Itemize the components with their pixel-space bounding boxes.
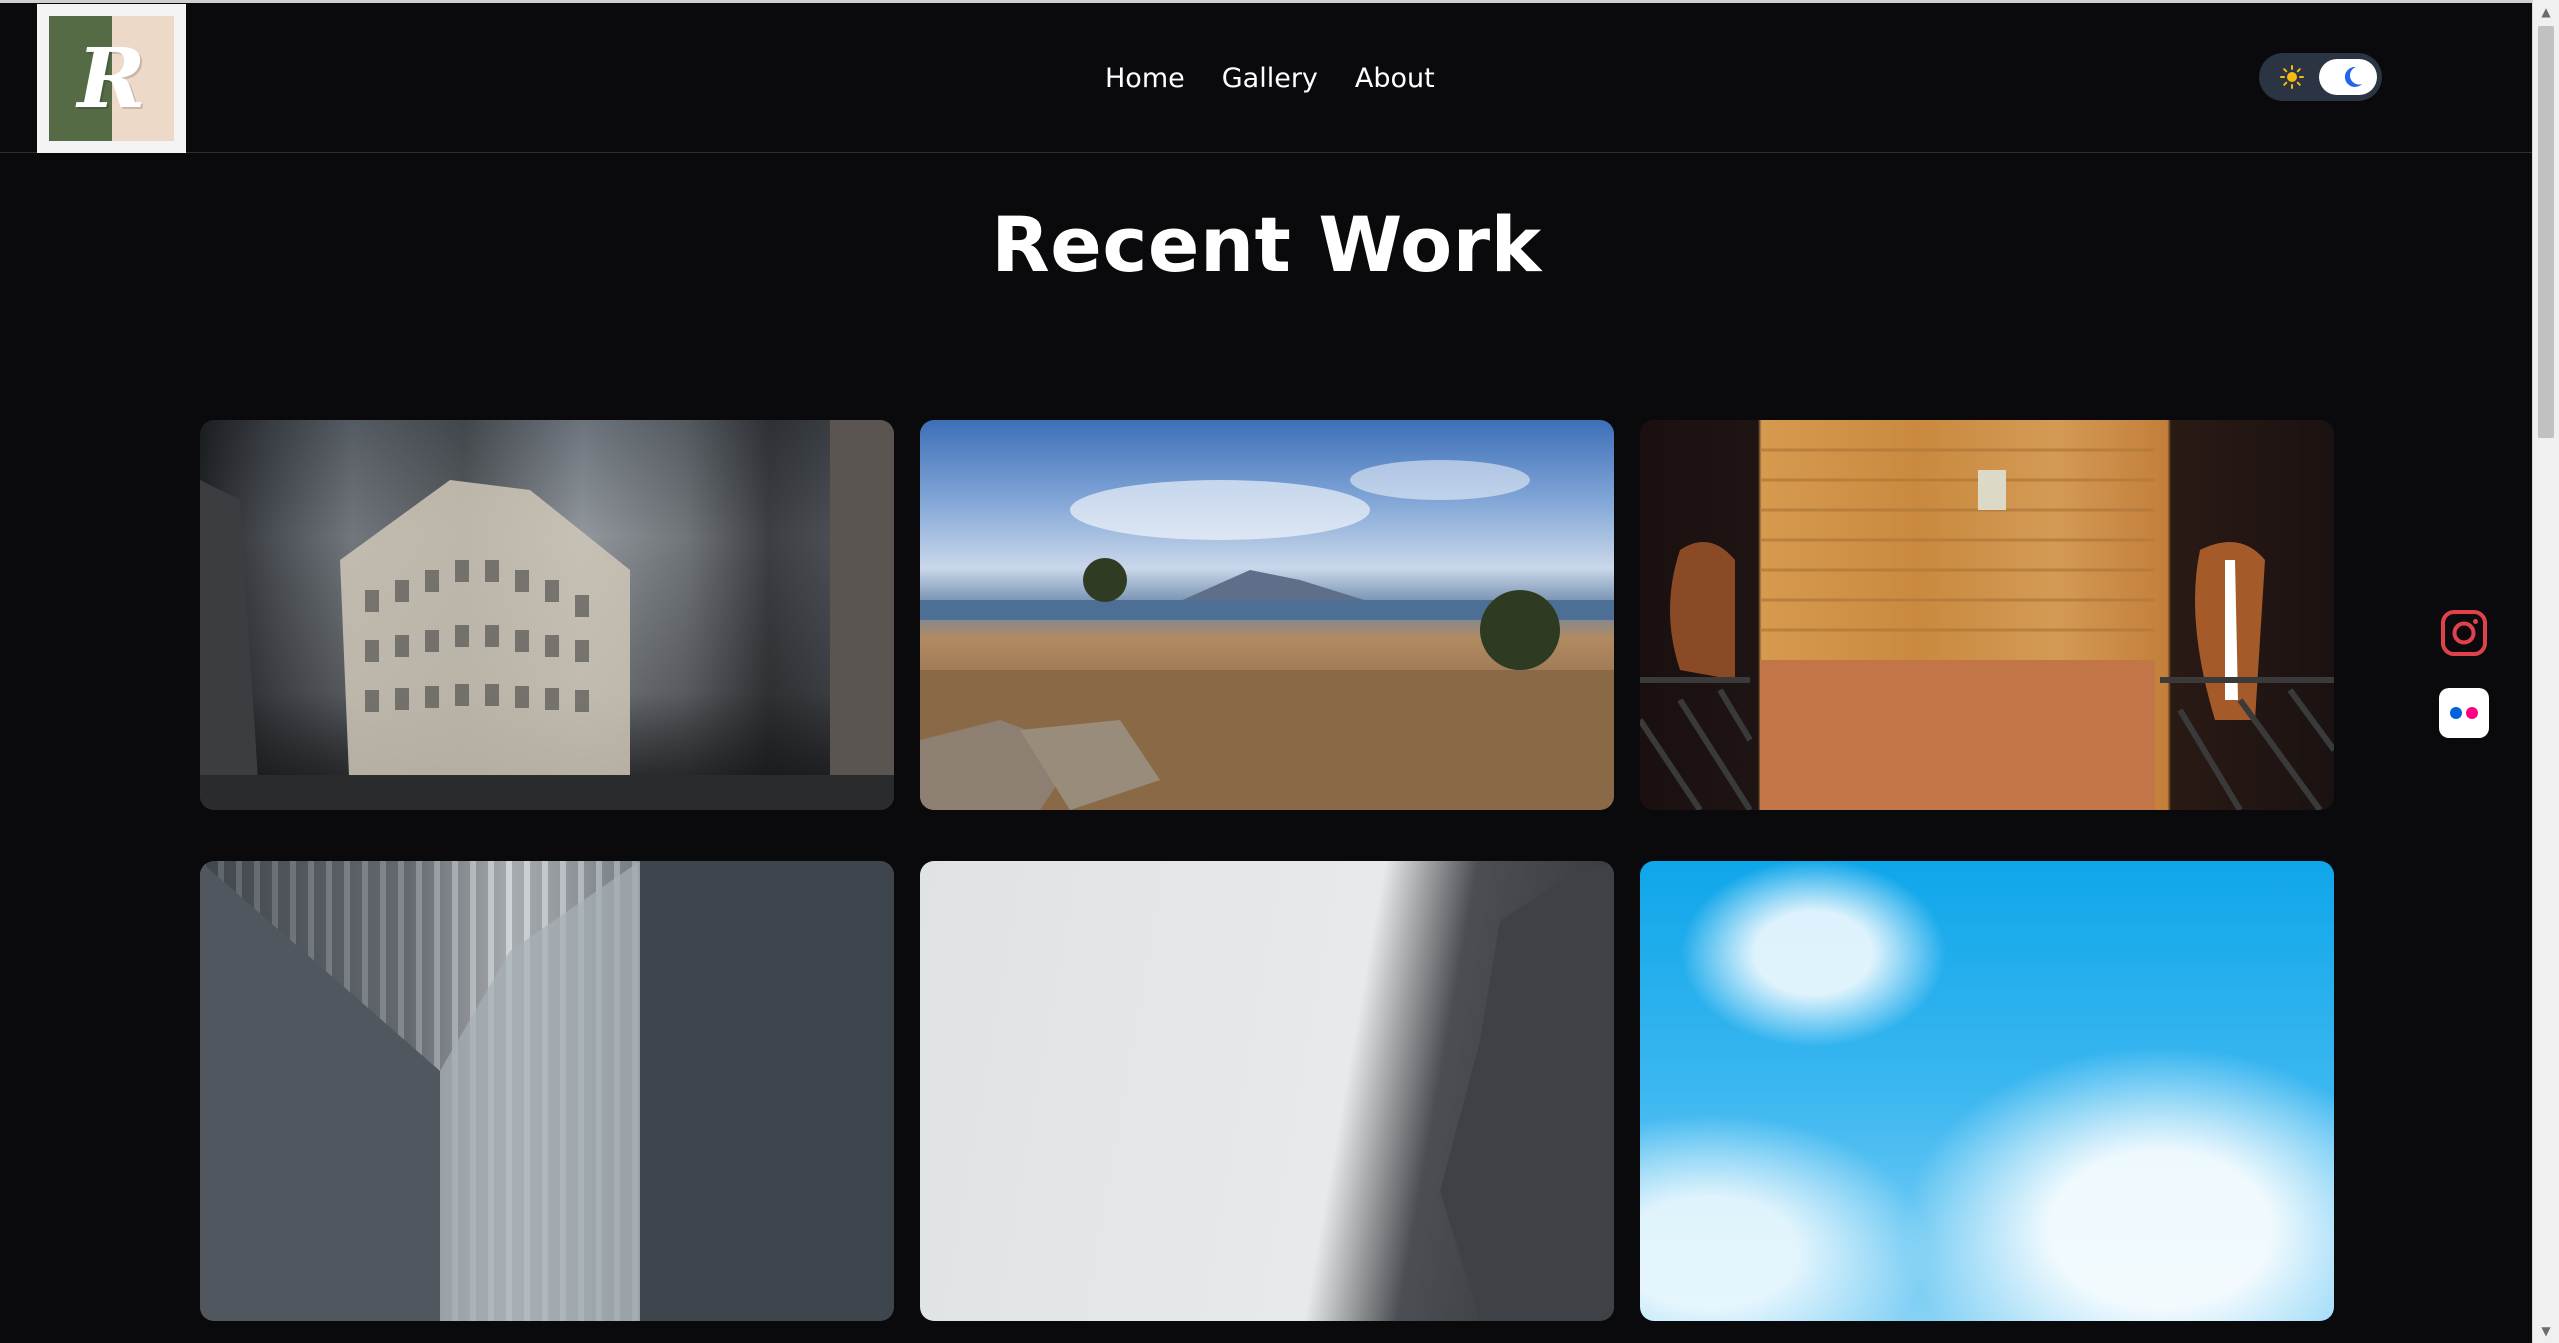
gallery-image-rock-cliff[interactable] bbox=[920, 861, 1614, 1321]
logo-graphic: R bbox=[49, 16, 174, 141]
scroll-up-arrow[interactable]: ▲ bbox=[2533, 0, 2559, 24]
theme-toggle[interactable] bbox=[2259, 53, 2382, 101]
vertical-scrollbar[interactable]: ▲ ▼ bbox=[2532, 0, 2559, 1343]
instagram-icon[interactable] bbox=[2439, 608, 2489, 658]
nav-gallery[interactable]: Gallery bbox=[1222, 63, 1318, 94]
page-title: Recent Work bbox=[991, 200, 1542, 289]
gallery-image-horses-stable[interactable] bbox=[1640, 420, 2334, 810]
nav-about[interactable]: About bbox=[1355, 63, 1435, 94]
gallery-image-paris-building[interactable] bbox=[200, 420, 894, 810]
landscape-illustration bbox=[920, 460, 1614, 810]
gallery-image-skyscrapers[interactable] bbox=[200, 861, 894, 1321]
scroll-down-arrow[interactable]: ▼ bbox=[2533, 1319, 2559, 1343]
scroll-thumb[interactable] bbox=[2538, 26, 2554, 438]
rock-illustration bbox=[1440, 861, 1614, 1321]
paris-building-illustration bbox=[200, 420, 894, 810]
flickr-icon[interactable] bbox=[2439, 688, 2489, 738]
gallery-image-mountain-landscape[interactable] bbox=[920, 420, 1614, 810]
site-logo[interactable]: R bbox=[37, 4, 186, 153]
flickr-pink-dot bbox=[2466, 707, 2478, 719]
main-nav: Home Gallery About bbox=[1105, 63, 1435, 94]
moon-icon bbox=[2337, 62, 2367, 92]
gallery-image-blue-sky[interactable] bbox=[1640, 861, 2334, 1321]
nav-home[interactable]: Home bbox=[1105, 63, 1185, 94]
flickr-blue-dot bbox=[2450, 707, 2462, 719]
logo-letter: R bbox=[77, 30, 146, 127]
site-header: R Home Gallery About bbox=[0, 3, 2533, 153]
skyscrapers-illustration bbox=[200, 861, 894, 1321]
horses-illustration bbox=[1640, 448, 2334, 810]
sun-icon bbox=[2277, 62, 2307, 92]
